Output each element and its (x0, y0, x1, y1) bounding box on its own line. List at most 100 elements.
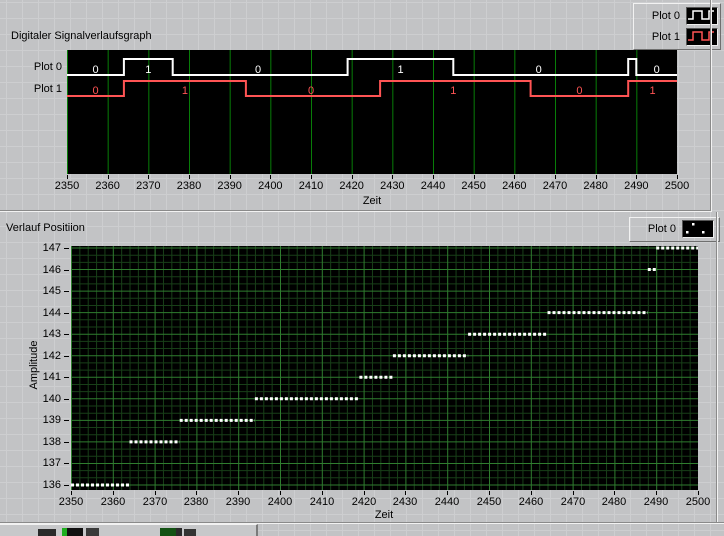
legend-item-plot1[interactable]: Plot 1 (634, 28, 718, 46)
digital-waveform-graph: Digitaler Signalverlaufsgraph Plot 0 Plo… (0, 0, 724, 212)
square-wave-icon[interactable] (686, 28, 718, 46)
y-tick (64, 313, 69, 314)
x-tick (433, 175, 434, 179)
x-tick-label: 2500 (685, 496, 711, 508)
x-tick-label: 2420 (351, 496, 377, 508)
digital-graph-title: Digitaler Signalverlaufsgraph (11, 30, 152, 42)
square-wave-icon[interactable] (686, 7, 718, 25)
y-tick-label: 136 (42, 479, 61, 491)
x-tick (656, 491, 657, 495)
y-tick-label: 145 (42, 285, 61, 297)
x-tick-label: 2380 (183, 496, 209, 508)
legend-plot0-label: Plot 0 (647, 223, 676, 235)
x-tick (351, 175, 353, 179)
position-chart-title: Verlauf Positiion (6, 222, 85, 234)
svg-text:1: 1 (182, 85, 188, 97)
legend-item-plot0[interactable]: Plot 0 (634, 7, 718, 25)
x-tick (473, 175, 475, 179)
x-tick-label: 2450 (476, 496, 502, 508)
top-pane-right-edge-highlight (711, 0, 712, 211)
x-tick-label: 2390 (225, 496, 251, 508)
svg-text:1: 1 (450, 85, 456, 97)
x-tick (595, 175, 597, 179)
x-tick-label: 2430 (380, 180, 405, 192)
svg-text:1: 1 (145, 64, 151, 76)
svg-text:1: 1 (397, 64, 403, 76)
x-tick-label: 2440 (434, 496, 460, 508)
x-tick (392, 175, 394, 179)
x-tick-label: 2410 (309, 496, 335, 508)
x-tick-label: 2470 (542, 180, 568, 192)
y-tick (64, 334, 69, 335)
position-chart-legend: Plot 0 (629, 217, 720, 242)
background-window-edge[interactable] (0, 524, 258, 536)
x-tick (531, 491, 532, 495)
x-tick (364, 491, 365, 495)
y-tick (64, 399, 69, 400)
svg-text:0: 0 (308, 85, 314, 97)
y-tick-label: 139 (42, 414, 61, 426)
x-tick (573, 491, 574, 495)
x-tick (71, 491, 72, 495)
pane-divider-highlight (0, 211, 712, 212)
y-tick-label: 137 (42, 457, 61, 469)
position-x-axis-label: Zeit (374, 509, 394, 521)
x-tick (67, 175, 68, 179)
y-tick-label: 143 (42, 328, 61, 340)
x-tick (555, 175, 556, 179)
x-tick (636, 175, 638, 179)
y-tick (64, 377, 69, 378)
x-tick-label: 2350 (54, 180, 80, 192)
position-plot-area[interactable] (71, 246, 698, 490)
svg-text:1: 1 (650, 85, 656, 97)
x-tick-label: 2460 (518, 496, 544, 508)
bottom-pane-right-edge-highlight (717, 212, 718, 523)
digital-graph-legend: Plot 0 Plot 1 (633, 3, 721, 50)
y-tick-label: 141 (42, 371, 61, 383)
x-tick-label: 2480 (583, 180, 608, 192)
x-tick-label: 2390 (217, 180, 242, 192)
x-tick (148, 175, 150, 179)
digital-row-label-plot1: Plot 1 (33, 83, 62, 95)
y-tick (64, 291, 69, 292)
x-tick (698, 491, 699, 495)
x-tick (107, 175, 109, 179)
scatter-dots-icon[interactable] (682, 220, 714, 238)
x-tick-label: 2400 (267, 496, 293, 508)
x-tick (270, 175, 272, 179)
y-tick-label: 138 (42, 436, 61, 448)
x-tick-label: 2380 (176, 180, 202, 192)
y-tick (64, 356, 69, 357)
y-tick-label: 144 (42, 307, 61, 319)
x-tick (489, 491, 490, 495)
legend-plot1-label: Plot 1 (651, 31, 680, 43)
x-tick (189, 175, 190, 179)
svg-text:0: 0 (92, 64, 98, 76)
x-tick-label: 2440 (420, 180, 446, 192)
y-tick (64, 270, 69, 271)
x-tick-label: 2450 (461, 180, 486, 192)
x-tick (405, 491, 406, 495)
digital-plot-area[interactable]: 0 1 0 1 0 0 0 1 0 1 0 1 (67, 50, 677, 174)
legend-plot0-label: Plot 0 (651, 10, 680, 22)
x-tick (229, 175, 231, 179)
x-tick-label: 2490 (643, 496, 669, 508)
x-tick (322, 491, 323, 495)
x-tick (280, 491, 281, 495)
x-tick (514, 175, 516, 179)
x-tick-label: 2470 (560, 496, 586, 508)
y-tick (64, 248, 69, 249)
svg-text:0: 0 (654, 64, 660, 76)
x-tick-label: 2410 (298, 180, 324, 192)
x-tick-label: 2490 (624, 180, 649, 192)
legend-item-plot0[interactable]: Plot 0 (630, 220, 714, 238)
y-tick-label: 142 (42, 350, 61, 362)
x-tick (113, 491, 114, 495)
position-history-chart: Verlauf Positiion Plot 0 Amplitude Zeit … (0, 212, 724, 524)
x-tick-label: 2360 (95, 180, 120, 192)
x-tick-label: 2430 (392, 496, 418, 508)
front-panel: { "panel": { "top_section": { "title": "… (0, 0, 724, 536)
svg-text:0: 0 (576, 85, 582, 97)
x-tick-label: 2350 (58, 496, 84, 508)
x-tick (238, 491, 239, 495)
